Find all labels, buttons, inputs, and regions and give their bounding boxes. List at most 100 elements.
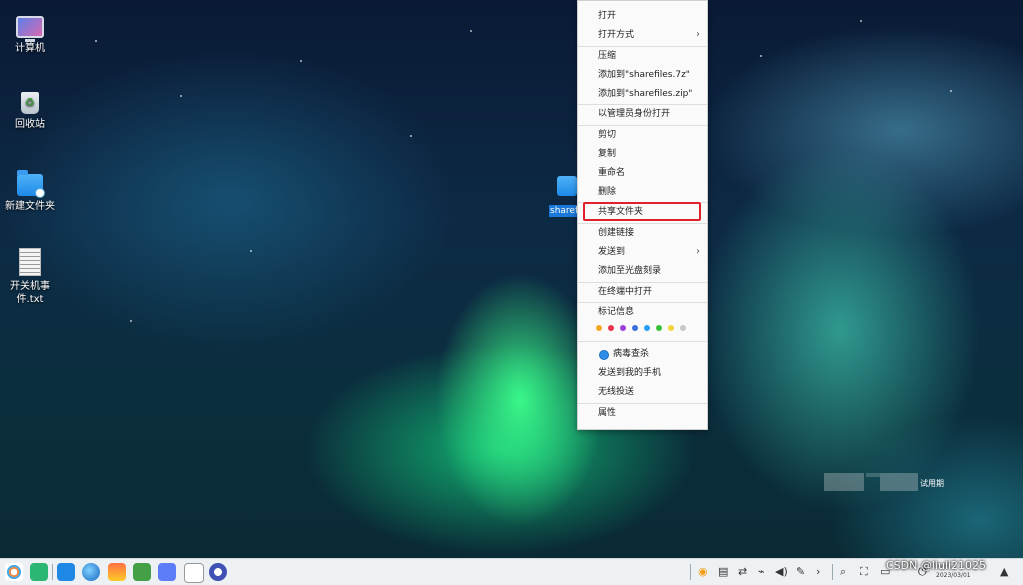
desktop-icon-text-file[interactable]: 开关机事件.txt	[0, 248, 60, 306]
context-menu[interactable]: 打开 打开方式 › 压缩 添加到"sharefiles.7z" 添加到"share…	[577, 0, 708, 430]
usb-icon[interactable]: ⌁	[758, 565, 765, 579]
menu-item-label: 无线投送	[598, 387, 635, 397]
menu-item-add-to-burn[interactable]: 添加至光盘刻录	[578, 262, 707, 280]
start-menu-icon[interactable]	[5, 563, 23, 581]
search-icon[interactable]: ⌕	[840, 565, 846, 579]
music-icon[interactable]	[133, 563, 151, 581]
settings-icon[interactable]	[209, 563, 227, 581]
expand-icon[interactable]: ›	[816, 565, 820, 579]
menu-item-create-link[interactable]: 创建链接	[578, 224, 707, 242]
tag-color-swatch[interactable]	[620, 325, 626, 331]
trial-watermark: 试用期	[824, 473, 984, 493]
highlight-box	[583, 202, 701, 221]
computer-icon	[16, 16, 44, 42]
taskbar-separator	[690, 564, 691, 580]
menu-item-label: 标记信息	[598, 307, 635, 317]
desktop-icon-label: 回收站	[15, 119, 45, 130]
screenshot-icon[interactable]: ⛶	[860, 565, 868, 579]
star	[470, 30, 472, 32]
volume-icon[interactable]: ◀)	[775, 565, 788, 579]
tag-color-swatch[interactable]	[644, 325, 650, 331]
menu-item-open-in-terminal[interactable]: 在终端中打开	[578, 283, 707, 301]
menu-item-label: 添加到"sharefiles.zip"	[598, 89, 693, 99]
menu-item-delete[interactable]: 删除	[578, 183, 707, 201]
menu-item-label: 发送到我的手机	[598, 368, 662, 378]
menu-item-label: 在终端中打开	[598, 287, 653, 297]
taskbar-separator	[832, 564, 833, 580]
menu-item-label: 剪切	[598, 130, 617, 140]
menu-item-label: 创建链接	[598, 228, 635, 238]
chevron-right-icon: ›	[696, 29, 700, 40]
menu-item-label: 复制	[598, 149, 617, 159]
menu-item-open[interactable]: 打开	[578, 7, 707, 25]
menu-item-send-to[interactable]: 发送到 ›	[578, 243, 707, 261]
trash-icon	[21, 92, 39, 114]
menu-item-add-zip[interactable]: 添加到"sharefiles.zip"	[578, 85, 707, 103]
desktop-icon-computer[interactable]: 计算机	[0, 12, 60, 55]
desktop-icon-trash[interactable]: 回收站	[0, 92, 60, 131]
tag-color-swatch[interactable]	[608, 325, 614, 331]
antivirus-icon[interactable]: ◉	[698, 565, 708, 579]
desktop-icon-sharefiles[interactable]: sharefiles	[549, 172, 580, 217]
star	[860, 20, 862, 22]
pen-icon[interactable]: ✎	[796, 565, 805, 579]
image-viewer-icon[interactable]	[108, 563, 126, 581]
desktop-icon-label: 新建文件夹	[5, 201, 55, 212]
clock-date: 2023/03/01	[936, 572, 971, 579]
star	[950, 90, 952, 92]
tag-color-picker	[596, 324, 692, 332]
desktop-icon-label: 计算机	[15, 43, 45, 54]
menu-item-virus-scan[interactable]: 病毒查杀	[578, 345, 707, 363]
menu-item-rename[interactable]: 重命名	[578, 164, 707, 182]
menu-item-cut[interactable]: 剪切	[578, 126, 707, 144]
notes-icon[interactable]	[184, 563, 204, 583]
menu-item-label: 发送到	[598, 247, 626, 257]
chevron-right-icon: ›	[696, 246, 700, 257]
taskbar-separator	[52, 564, 53, 580]
watermark-block	[824, 473, 864, 491]
desktop-icon-label: 开关机事件.txt	[10, 281, 50, 305]
tag-color-swatch[interactable]	[680, 325, 686, 331]
text-file-icon	[19, 248, 41, 276]
star	[410, 135, 412, 137]
document-icon[interactable]	[158, 563, 176, 581]
menu-item-add-7z[interactable]: 添加到"sharefiles.7z"	[578, 66, 707, 84]
tag-color-swatch[interactable]	[596, 325, 602, 331]
menu-item-open-as-admin[interactable]: 以管理员身份打开	[578, 105, 707, 123]
folder-icon	[17, 170, 45, 198]
menu-item-label: 删除	[598, 187, 617, 197]
star	[250, 250, 252, 252]
menu-item-label: 打开方式	[598, 30, 635, 40]
notification-icon[interactable]: ▲	[1000, 565, 1008, 579]
browser-icon[interactable]	[82, 563, 100, 581]
share-badge-icon	[35, 188, 45, 198]
taskbar: ◉ ▤ ⇄ ⌁ ◀) ✎ › ⌕ ⛶ ▭ ⏻ ▲	[0, 558, 1023, 585]
menu-item-send-to-phone[interactable]: 发送到我的手机	[578, 364, 707, 382]
tag-color-swatch[interactable]	[632, 325, 638, 331]
csdn-watermark: CSDN @liuli21025	[886, 559, 987, 572]
star	[760, 55, 762, 57]
menu-item-label: 属性	[598, 408, 617, 418]
desktop-icon-new-folder[interactable]: 新建文件夹	[0, 170, 60, 213]
desktop-background[interactable]: 计算机 回收站 新建文件夹 开关机事件.txt sharefiles 试用期	[0, 0, 1023, 558]
star	[95, 40, 97, 42]
menu-item-label: 添加到"sharefiles.7z"	[598, 70, 690, 80]
tag-color-swatch[interactable]	[668, 325, 674, 331]
menu-item-properties[interactable]: 属性	[578, 404, 707, 422]
star	[180, 95, 182, 97]
menu-item-copy[interactable]: 复制	[578, 145, 707, 163]
network-switch-icon[interactable]: ⇄	[738, 565, 747, 579]
app-store-icon[interactable]	[57, 563, 75, 581]
menu-item-compress[interactable]: 压缩	[578, 47, 707, 65]
desktop-icon-label: sharefiles	[549, 205, 580, 217]
keyboard-icon[interactable]: ▤	[718, 565, 728, 579]
watermark-block	[866, 473, 880, 477]
menu-item-label: 打开	[598, 11, 617, 21]
menu-item-tag-info[interactable]: 标记信息	[578, 303, 707, 321]
tag-color-swatch[interactable]	[656, 325, 662, 331]
menu-item-wireless-send[interactable]: 无线投送	[578, 383, 707, 401]
file-manager-icon[interactable]	[30, 563, 48, 581]
menu-item-label: 以管理员身份打开	[598, 109, 671, 119]
menu-item-open-with[interactable]: 打开方式 ›	[578, 26, 707, 44]
folder-icon	[557, 176, 577, 196]
